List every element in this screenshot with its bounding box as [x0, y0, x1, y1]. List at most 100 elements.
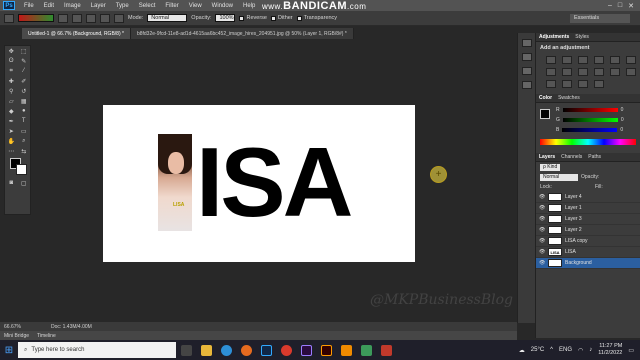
hand-tool-icon[interactable]: ✋	[6, 138, 16, 145]
red-slider[interactable]: R 0	[556, 107, 636, 113]
dither-checkbox[interactable]: Dither	[270, 15, 293, 21]
tray-chevron-icon[interactable]: ^	[550, 347, 553, 353]
menu-view[interactable]: View	[184, 3, 207, 9]
levels-icon[interactable]	[562, 56, 572, 64]
layer-row-layer-3[interactable]: 👁 Layer 3	[536, 214, 640, 225]
type-tool-icon[interactable]: T	[19, 118, 29, 124]
opacity-input[interactable]: 100%	[215, 14, 236, 22]
tab-paths[interactable]: Paths	[588, 154, 601, 160]
reflected-gradient-icon[interactable]	[100, 13, 110, 23]
zoom-tool-icon[interactable]: ⌕	[19, 138, 29, 145]
green-value[interactable]: 0	[621, 117, 624, 123]
tab-channels[interactable]: Channels	[561, 154, 582, 160]
background-color[interactable]	[16, 164, 27, 175]
tab-color[interactable]: Color	[539, 95, 552, 101]
layer-row-layer-2[interactable]: 👁 Layer 2	[536, 225, 640, 236]
layer-blend-mode[interactable]: Normal	[540, 173, 578, 181]
swap-colors-icon[interactable]: ⇆	[19, 148, 29, 155]
posterize-icon[interactable]	[546, 80, 556, 88]
green-track[interactable]	[562, 118, 618, 122]
language-indicator[interactable]: ENG	[559, 347, 572, 353]
layer-kind-filter[interactable]: ρ Kind	[540, 163, 561, 171]
menu-type[interactable]: Type	[111, 3, 134, 9]
task-view-icon[interactable]	[176, 340, 196, 360]
weather-icon[interactable]: ☁	[519, 347, 525, 354]
layer-row-background[interactable]: 👁 Background	[536, 258, 640, 269]
edit-toolbar-icon[interactable]: ⋯	[6, 148, 16, 155]
selective-color-icon[interactable]	[578, 80, 588, 88]
eye-icon[interactable]: 👁	[539, 205, 545, 211]
green-slider[interactable]: G 0	[556, 117, 636, 123]
temperature[interactable]: 25°C	[531, 347, 544, 353]
red-value[interactable]: 0	[621, 107, 624, 113]
menu-image[interactable]: Image	[59, 3, 86, 9]
firefox-icon[interactable]	[236, 340, 256, 360]
menu-file[interactable]: File	[19, 3, 39, 9]
transparency-checkbox[interactable]: Transparency	[296, 15, 337, 21]
brush-tool-icon[interactable]: ✐	[19, 78, 29, 85]
properties-panel-icon[interactable]	[521, 53, 532, 61]
color-lookup-icon[interactable]	[610, 68, 620, 76]
illustrator-icon[interactable]	[316, 340, 336, 360]
taskbar-search[interactable]: ⌕ Type here to search	[18, 342, 176, 358]
diamond-gradient-icon[interactable]	[114, 13, 124, 23]
tab-swatches[interactable]: Swatches	[558, 95, 580, 101]
blur-tool-icon[interactable]: ◆	[6, 108, 16, 115]
windows-start-icon[interactable]: ⊞	[0, 340, 18, 360]
quick-mask-icon[interactable]: ◙	[6, 180, 16, 186]
workspace-switcher[interactable]: Essentials	[570, 13, 630, 23]
healing-tool-icon[interactable]: ✚	[6, 78, 16, 85]
black-white-icon[interactable]	[562, 68, 572, 76]
menu-select[interactable]: Select	[134, 3, 161, 9]
gradient-picker[interactable]	[18, 14, 54, 22]
vlc-icon[interactable]	[336, 340, 356, 360]
invert-icon[interactable]	[626, 68, 636, 76]
eye-icon[interactable]: 👁	[539, 249, 545, 255]
eye-icon[interactable]: 👁	[539, 194, 545, 200]
clone-stamp-icon[interactable]: ⚲	[6, 88, 16, 95]
pen-tool-icon[interactable]: ✒	[6, 118, 16, 125]
layer-row-lisa-copy[interactable]: 👁 LISA copy	[536, 236, 640, 247]
premiere-icon[interactable]	[296, 340, 316, 360]
eye-icon[interactable]: 👁	[539, 238, 545, 244]
history-panel-icon[interactable]	[521, 39, 532, 47]
close-button[interactable]: ✕	[628, 2, 634, 10]
crop-tool-icon[interactable]: ⌗	[6, 68, 16, 75]
radial-gradient-icon[interactable]	[72, 13, 82, 23]
tab-timeline[interactable]: Timeline	[37, 333, 56, 339]
photoshop-taskbar-icon[interactable]	[256, 340, 276, 360]
photo-filter-icon[interactable]	[578, 68, 588, 76]
file-explorer-icon[interactable]	[196, 340, 216, 360]
eyedropper-tool-icon[interactable]: ⁄	[19, 68, 29, 74]
angle-gradient-icon[interactable]	[86, 13, 96, 23]
tab-styles[interactable]: Styles	[575, 34, 589, 40]
color-balance-icon[interactable]	[546, 68, 556, 76]
character-panel-icon[interactable]	[521, 81, 532, 89]
threshold-icon[interactable]	[562, 80, 572, 88]
gradient-map-icon[interactable]	[594, 80, 604, 88]
path-select-icon[interactable]: ➤	[6, 128, 16, 135]
mode-select[interactable]: Normal	[147, 14, 188, 22]
color-swatches[interactable]	[5, 156, 30, 178]
volume-icon[interactable]: ♪	[589, 347, 592, 353]
maximize-button[interactable]: □	[618, 2, 622, 10]
exposure-icon[interactable]	[594, 56, 604, 64]
move-tool-icon[interactable]: ✥	[6, 48, 16, 55]
eye-icon[interactable]: 👁	[539, 260, 545, 266]
bandicam-taskbar-icon[interactable]	[376, 340, 396, 360]
tab-lisa-image[interactable]: b8fd32e-9fcd-11e8-ad1d-4615aa6bc452_imag…	[130, 28, 354, 39]
color-panel-foreground[interactable]	[540, 109, 550, 119]
color-spectrum[interactable]	[540, 139, 636, 145]
eraser-tool-icon[interactable]: ▱	[6, 98, 16, 105]
channel-mixer-icon[interactable]	[594, 68, 604, 76]
history-brush-icon[interactable]: ↺	[19, 88, 29, 95]
photoshop-logo-icon[interactable]: Ps	[3, 1, 15, 10]
tab-adjustments[interactable]: Adjustments	[539, 34, 569, 40]
dodge-tool-icon[interactable]: ●	[19, 108, 29, 114]
blue-track[interactable]	[562, 128, 618, 132]
tab-layers[interactable]: Layers	[539, 154, 555, 160]
minimize-button[interactable]: –	[608, 2, 612, 10]
quick-select-icon[interactable]: ✎	[19, 58, 29, 65]
menu-edit[interactable]: Edit	[39, 3, 59, 9]
layer-row-layer-4[interactable]: 👁 Layer 4	[536, 192, 640, 203]
